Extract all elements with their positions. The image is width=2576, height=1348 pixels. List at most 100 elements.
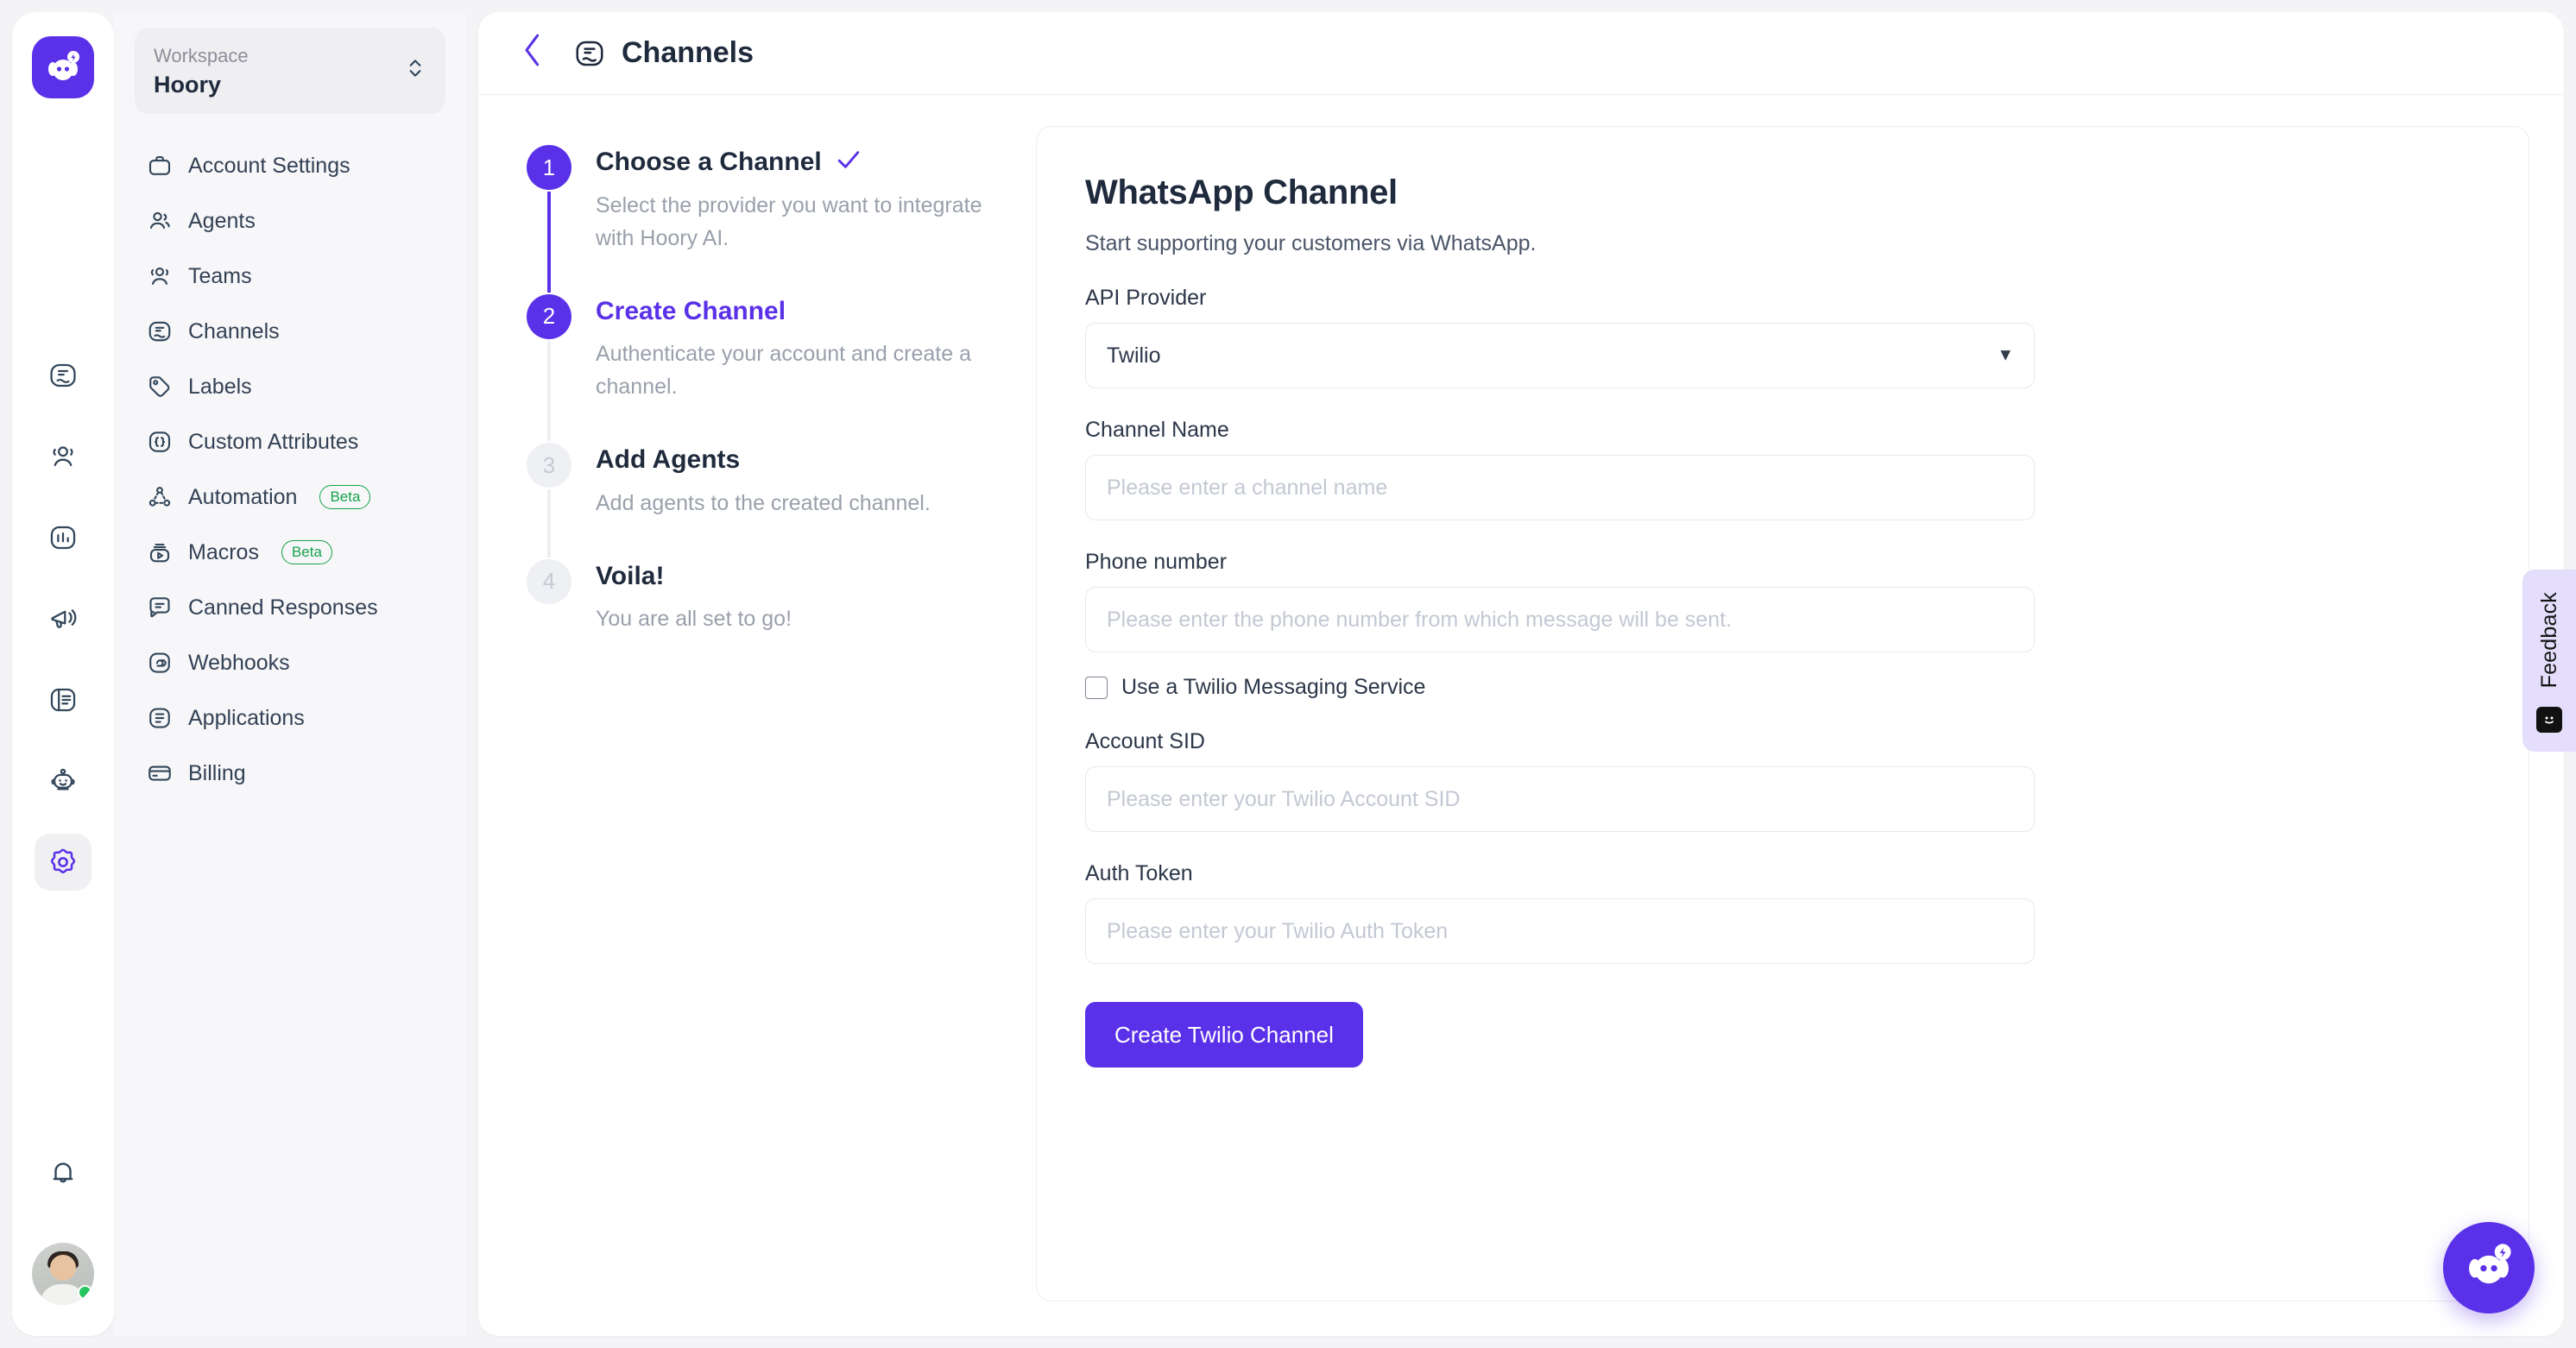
step-1-description: Select the provider you want to integrat…: [596, 192, 982, 250]
messaging-service-label: Use a Twilio Messaging Service: [1121, 675, 1426, 699]
step-2-title: Create Channel: [596, 296, 786, 325]
knowledge-base-icon: [48, 685, 78, 715]
hoory-assistant-icon: [2462, 1239, 2516, 1297]
step-1-title: Choose a Channel: [596, 148, 822, 176]
sidebar-item-teams[interactable]: Teams: [135, 254, 445, 299]
channel-name-group: Channel Name: [1085, 418, 2480, 520]
settings-menu: Account Settings Agents Teams Channels L…: [135, 143, 445, 796]
sidebar-item-label: Billing: [188, 760, 246, 785]
step-2-title-row: Create Channel: [596, 294, 1010, 330]
workspace-label: Workspace: [154, 45, 249, 66]
step-1: 1 Choose a Channel Select the provider y…: [527, 145, 1010, 294]
chevron-left-icon[interactable]: [513, 27, 552, 79]
feedback-label: Feedback: [2536, 592, 2561, 689]
api-provider-select[interactable]: Twilio: [1085, 323, 2035, 388]
rail-item-campaigns[interactable]: [35, 590, 92, 647]
auth-token-group: Auth Token: [1085, 861, 2480, 964]
sidebar-item-webhooks[interactable]: Webhooks: [135, 640, 445, 685]
billing-icon: [147, 760, 173, 786]
step-connector: [547, 192, 551, 293]
rail-item-bot[interactable]: [35, 753, 92, 809]
macros-icon: [147, 539, 173, 565]
webhook-icon: [147, 650, 173, 676]
step-3-body: Add Agents Add agents to the created cha…: [596, 443, 1010, 559]
account-sid-label: Account SID: [1085, 729, 1205, 753]
campaigns-icon: [48, 604, 78, 633]
step-1-title-row: Choose a Channel: [596, 145, 1010, 180]
step-4-title: Voila!: [596, 561, 665, 590]
rail-item-settings[interactable]: [35, 834, 92, 891]
phone-number-input[interactable]: [1085, 587, 2035, 652]
rail-item-reports[interactable]: [35, 509, 92, 566]
step-2-body: Create Channel Authenticate your account…: [596, 294, 1010, 444]
sidebar-item-canned-responses[interactable]: Canned Responses: [135, 585, 445, 630]
sidebar-item-labels[interactable]: Labels: [135, 364, 445, 409]
step-4: 4 Voila! You are all set to go!: [527, 558, 1010, 676]
sidebar-item-billing[interactable]: Billing: [135, 751, 445, 796]
api-provider-group: API Provider Twilio ▼: [1085, 286, 2480, 388]
sidebar-item-label: Agents: [188, 208, 256, 233]
briefcase-icon: [147, 153, 173, 179]
gear-icon: [47, 847, 79, 878]
step-4-title-row: Voila!: [596, 559, 1010, 595]
rail-item-knowledge-base[interactable]: [35, 671, 92, 728]
form-subtitle: Start supporting your customers via What…: [1085, 231, 1537, 255]
sidebar-item-agents[interactable]: Agents: [135, 198, 445, 243]
hoory-logo-icon[interactable]: [32, 36, 94, 98]
step-4-number: 4: [527, 558, 571, 604]
teams-icon: [147, 263, 173, 289]
channel-form-card: WhatsApp Channel Start supporting your c…: [1036, 126, 2529, 1301]
sidebar-item-custom-attributes[interactable]: Custom Attributes: [135, 419, 445, 464]
page-title: Channels: [573, 36, 754, 70]
step-2-marker: 2: [527, 293, 571, 444]
rail-item-notifications[interactable]: [35, 1144, 92, 1201]
contacts-icon: [48, 442, 78, 471]
step-2-description: Authenticate your account and create a c…: [596, 342, 972, 399]
app-root: Workspace Hoory Account Settings Agents …: [0, 0, 2576, 1348]
rail-item-contacts[interactable]: [35, 428, 92, 485]
sidebar-item-label: Macros: [188, 539, 259, 564]
rail-item-conversations[interactable]: [35, 347, 92, 404]
step-3-title: Add Agents: [596, 445, 741, 474]
sidebar-item-channels[interactable]: Channels: [135, 309, 445, 354]
reports-icon: [48, 523, 78, 552]
sidebar-item-account-settings[interactable]: Account Settings: [135, 143, 445, 188]
canned-icon: [147, 595, 173, 620]
applications-icon: [147, 705, 173, 731]
messaging-service-checkbox-row[interactable]: Use a Twilio Messaging Service: [1085, 675, 2480, 700]
step-1-marker: 1: [527, 145, 571, 294]
step-3: 3 Add Agents Add agents to the created c…: [527, 443, 1010, 559]
avatar-face: [50, 1255, 76, 1282]
auth-token-input[interactable]: [1085, 898, 2035, 964]
automation-icon: [147, 484, 173, 510]
sidebar-item-macros[interactable]: Macros Beta: [135, 530, 445, 575]
workspace-switcher[interactable]: Workspace Hoory: [135, 28, 445, 114]
phone-number-group: Phone number Use a Twilio Messaging Serv…: [1085, 550, 2480, 700]
step-4-description: You are all set to go!: [596, 607, 792, 631]
hoory-assistant-fab[interactable]: [2443, 1222, 2535, 1313]
rail-nav: [35, 347, 92, 891]
status-badge: Beta: [319, 484, 371, 510]
step-2: 2 Create Channel Authenticate your accou…: [527, 293, 1010, 444]
channels-icon: [147, 318, 173, 344]
page-body: 1 Choose a Channel Select the provider y…: [478, 95, 2564, 1336]
account-sid-input[interactable]: [1085, 766, 2035, 832]
channel-name-input[interactable]: [1085, 455, 2035, 520]
online-status-dot: [78, 1285, 92, 1300]
step-4-marker: 4: [527, 558, 571, 676]
channel-name-label: Channel Name: [1085, 418, 1229, 442]
account-sid-group: Account SID: [1085, 729, 2480, 832]
settings-sidebar: Workspace Hoory Account Settings Agents …: [114, 12, 466, 1336]
sidebar-item-applications[interactable]: Applications: [135, 696, 445, 740]
step-connector: [547, 340, 551, 441]
sidebar-item-automation[interactable]: Automation Beta: [135, 475, 445, 520]
bell-icon: [48, 1158, 78, 1187]
create-twilio-channel-button[interactable]: Create Twilio Channel: [1085, 1002, 1363, 1068]
feedback-tab[interactable]: Feedback: [2522, 570, 2576, 753]
sidebar-item-label: Applications: [188, 705, 305, 730]
sidebar-item-label: Canned Responses: [188, 595, 378, 620]
step-2-number: 2: [527, 293, 571, 339]
messaging-service-checkbox[interactable]: [1085, 676, 1108, 699]
avatar[interactable]: [32, 1243, 94, 1305]
chevron-updown-icon: [404, 55, 426, 85]
